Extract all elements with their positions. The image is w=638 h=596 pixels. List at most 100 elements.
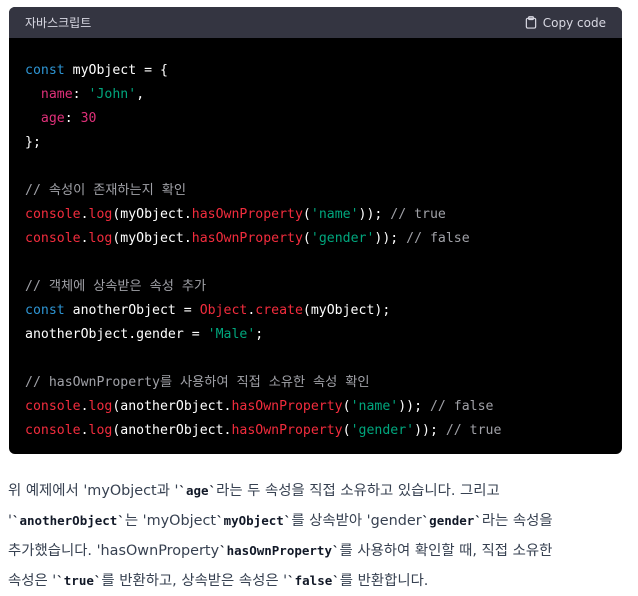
inline-code: `hasOwnProperty` [219, 543, 340, 558]
code-token: (anotherObject. [112, 399, 232, 414]
code-token: // 속성이 존재하는지 확인 [25, 183, 187, 198]
code-token: ( [342, 423, 351, 438]
code-token: , [136, 87, 145, 102]
inline-code: `true` [56, 573, 102, 588]
text-segment: 라는 두 속성을 직접 소유하고 있습니다. 그리고 [216, 483, 500, 499]
code-token: // 객체에 상속받은 속성 추가 [25, 279, 207, 294]
code-token: 30 [80, 111, 97, 126]
code-token: console [25, 423, 81, 438]
copy-code-button[interactable]: Copy code [525, 16, 606, 30]
code-token: Object [199, 303, 248, 318]
code-token: 'gender' [310, 231, 375, 246]
code-token: age [40, 111, 65, 126]
code-token: // hasOwnProperty를 사용하여 직접 소유한 속성 확인 [25, 375, 370, 390]
code-line: anotherObject.gender = 'Male'; [25, 323, 606, 347]
code-token: name [40, 87, 73, 102]
code-token: anotherObject.gender = [25, 327, 208, 342]
code-line: console.log(myObject.hasOwnProperty('gen… [25, 227, 606, 251]
text-segment: 를 반환하고, 상속받은 속성은 ' [101, 573, 288, 589]
text-segment: 는 'myObject [124, 513, 217, 529]
code-token: )); [414, 423, 446, 438]
code-line: // hasOwnProperty를 사용하여 직접 소유한 속성 확인 [25, 371, 606, 395]
explanation-text: 위 예제에서 'myObject과 '`age`라는 두 속성을 직접 소유하고… [8, 476, 628, 596]
code-token: hasOwnProperty [191, 207, 303, 222]
clipboard-icon [525, 16, 537, 29]
code-block: 자바스크립트 Copy code const myObject = { name… [9, 7, 622, 454]
code-token: hasOwnProperty [231, 423, 343, 438]
code-token: . [80, 231, 89, 246]
code-line: const anotherObject = Object.create(myOb… [25, 299, 606, 323]
paragraph-line: '`anotherObject`는 'myObject`myObject`를 상… [8, 506, 628, 536]
code-line: }; [25, 131, 606, 155]
code-token: // false [406, 231, 470, 246]
text-segment: 를 반환합니다. [339, 573, 429, 589]
code-content: const myObject = { name: 'John', age: 30… [9, 38, 622, 443]
code-token: const [25, 63, 73, 78]
code-token: )); [398, 399, 430, 414]
inline-code: `age` [178, 483, 217, 498]
code-token: log [88, 231, 113, 246]
code-line: name: 'John', [25, 83, 606, 107]
text-segment: 를 사용하여 확인할 때, 직접 소유한 [339, 543, 553, 559]
code-token: create [255, 303, 303, 318]
inline-code: `myObject` [216, 513, 292, 528]
code-token: log [88, 399, 113, 414]
code-token: myObject = { [72, 63, 168, 78]
code-token: . [80, 207, 89, 222]
code-token: ( [302, 207, 311, 222]
code-token: log [88, 423, 113, 438]
inline-code: `false` [287, 573, 340, 588]
inline-code: `anotherObject` [11, 513, 125, 528]
code-line: // 객체에 상속받은 속성 추가 [25, 275, 606, 299]
code-token: . [80, 423, 89, 438]
text-segment: 추가했습니다. 'hasOwnProperty [8, 543, 220, 559]
code-token: console [25, 231, 81, 246]
inline-code: `gender` [421, 513, 482, 528]
code-token: (anotherObject. [112, 423, 232, 438]
code-token: : [64, 111, 81, 126]
code-token: 'name' [310, 207, 359, 222]
code-line: // 속성이 존재하는지 확인 [25, 179, 606, 203]
paragraph-line: 위 예제에서 'myObject과 '`age`라는 두 속성을 직접 소유하고… [8, 476, 628, 506]
text-segment: 위 예제에서 'myObject과 ' [8, 483, 179, 499]
code-token: (myObject. [112, 231, 192, 246]
code-token: console [25, 207, 81, 222]
code-token: (myObject); [302, 303, 391, 318]
code-token: log [88, 207, 113, 222]
code-token: )); [358, 207, 391, 222]
code-token: anotherObject = [72, 303, 200, 318]
code-token: hasOwnProperty [191, 231, 303, 246]
code-line: const myObject = { [25, 59, 606, 83]
text-segment: 라는 속성을 [481, 513, 553, 529]
copy-code-label: Copy code [542, 15, 606, 30]
code-token: ( [302, 231, 311, 246]
code-token: const [25, 303, 73, 318]
code-token: 'Male' [207, 327, 256, 342]
code-token: 'name' [350, 399, 399, 414]
code-line: console.log(myObject.hasOwnProperty('nam… [25, 203, 606, 227]
code-token: // false [429, 399, 494, 414]
code-line: console.log(anotherObject.hasOwnProperty… [25, 419, 606, 443]
code-line: age: 30 [25, 107, 606, 131]
code-token: : [72, 87, 89, 102]
text-segment: 속성은 ' [8, 573, 57, 589]
code-token: 'gender' [350, 423, 415, 438]
code-token: (myObject. [112, 207, 192, 222]
code-token: // true [445, 423, 502, 438]
code-token: // true [390, 207, 446, 222]
code-language-label: 자바스크립트 [25, 16, 92, 30]
code-token: console [25, 399, 81, 414]
text-segment: 를 상속받아 'gender [291, 513, 422, 529]
code-line: console.log(anotherObject.hasOwnProperty… [25, 395, 606, 419]
paragraph-line: 속성은 '`true`를 반환하고, 상속받은 속성은 '`false`를 반환… [8, 566, 628, 596]
code-token: . [80, 399, 89, 414]
code-token: ; [255, 327, 264, 342]
code-token: hasOwnProperty [231, 399, 343, 414]
code-token: )); [374, 231, 407, 246]
paragraph-line: 추가했습니다. 'hasOwnProperty`hasOwnProperty`를… [8, 536, 628, 566]
